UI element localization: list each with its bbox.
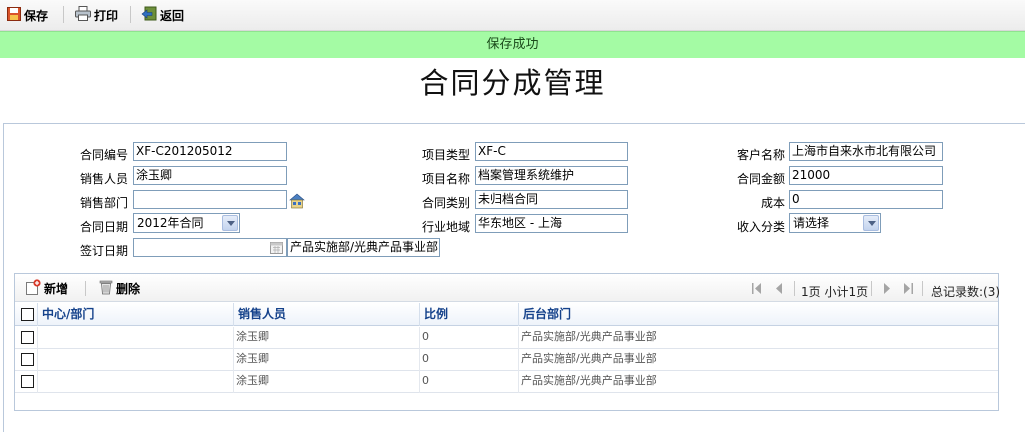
chevron-down-icon [863, 215, 879, 231]
column-header-ratio[interactable]: 比例 [420, 303, 519, 326]
column-header-salesperson[interactable]: 销售人员 [234, 303, 420, 326]
save-icon [7, 6, 21, 24]
contract-no-input[interactable]: XF-C201205012 [133, 142, 287, 161]
column-header-back-dept[interactable]: 后台部门 [519, 303, 998, 326]
customer-name-input[interactable]: 上海市自来水市北有限公司 [789, 142, 943, 161]
cell-salesperson[interactable]: 涂玉卿 [234, 327, 420, 349]
first-page-icon[interactable] [752, 283, 762, 294]
industry-region-label: 行业地域 [422, 220, 471, 234]
last-page-icon[interactable] [904, 283, 914, 294]
sign-date-label: 签订日期 [80, 244, 129, 258]
row-checkbox[interactable] [21, 375, 34, 388]
cell-back-dept[interactable]: 产品实施部/光典产品事业部 [519, 371, 998, 393]
cell-ratio[interactable]: 0 [420, 327, 519, 349]
select-all-checkbox[interactable] [21, 308, 34, 321]
back-label: 返回 [160, 8, 185, 23]
cell-center-dept[interactable] [38, 349, 234, 371]
delete-button[interactable]: 删除 [99, 279, 140, 298]
cell-ratio[interactable]: 0 [420, 349, 519, 371]
project-type-label: 项目类型 [422, 148, 471, 162]
table-row[interactable]: 涂玉卿 0 产品实施部/光典产品事业部 [15, 349, 998, 371]
chevron-down-icon [222, 215, 238, 231]
table-row[interactable]: 涂玉卿 0 产品实施部/光典产品事业部 [15, 327, 998, 349]
cell-salesperson[interactable]: 涂玉卿 [234, 349, 420, 371]
contract-date-label: 合同日期 [80, 220, 129, 234]
add-label: 新增 [44, 282, 69, 296]
print-button[interactable]: 打印 [75, 5, 118, 25]
back-icon [141, 6, 157, 24]
division-grid: 新增 删除 1页 小计1页 总记录数:(3) 中心/部门 销售人员 比例 后台部… [14, 273, 1001, 411]
prev-page-icon[interactable] [775, 283, 785, 294]
save-button[interactable]: 保存 [7, 5, 48, 25]
dept-picker-icon[interactable] [289, 193, 305, 212]
delete-label: 删除 [116, 282, 141, 296]
project-name-input[interactable]: 档案管理系统维护 [475, 166, 628, 185]
top-toolbar: 保存 打印 返回 [0, 0, 1025, 31]
income-category-label: 收入分类 [737, 220, 786, 234]
calendar-icon[interactable] [270, 241, 283, 256]
project-type-input[interactable]: XF-C [475, 142, 628, 161]
cost-input[interactable]: 0 [789, 190, 943, 209]
contract-date-select[interactable]: 2012年合同 [133, 213, 240, 233]
sales-dept-label: 销售部门 [80, 196, 129, 210]
add-button[interactable]: 新增 [25, 279, 68, 298]
cell-back-dept[interactable]: 产品实施部/光典产品事业部 [519, 327, 998, 349]
sign-date-input[interactable] [133, 238, 287, 257]
contract-date-value: 2012年合同 [137, 216, 204, 230]
total-records: 总记录数:(3) [931, 285, 1001, 299]
next-page-icon[interactable] [882, 283, 892, 294]
back-button[interactable]: 返回 [141, 5, 184, 25]
grid-header: 中心/部门 销售人员 比例 后台部门 [15, 303, 998, 326]
contract-amount-label: 合同金额 [737, 172, 786, 186]
row-checkbox[interactable] [21, 353, 34, 366]
cell-center-dept[interactable] [38, 371, 234, 393]
cell-salesperson[interactable]: 涂玉卿 [234, 371, 420, 393]
cost-label: 成本 [761, 196, 786, 210]
grid-toolbar: 新增 删除 1页 小计1页 总记录数:(3) [15, 274, 1001, 302]
add-icon [25, 279, 41, 298]
select-all-cell [15, 303, 38, 326]
printer-icon [75, 6, 91, 24]
income-category-select[interactable]: 请选择 [789, 213, 881, 233]
contract-category-label: 合同类别 [422, 196, 471, 210]
salesperson-input[interactable]: 涂玉卿 [133, 166, 287, 185]
contract-amount-input[interactable]: 21000 [789, 166, 943, 185]
cell-back-dept[interactable]: 产品实施部/光典产品事业部 [519, 349, 998, 371]
table-row[interactable]: 涂玉卿 0 产品实施部/光典产品事业部 [15, 371, 998, 393]
save-label: 保存 [24, 8, 49, 23]
row-checkbox[interactable] [21, 331, 34, 344]
column-header-center-dept[interactable]: 中心/部门 [38, 303, 234, 326]
income-category-value: 请选择 [793, 216, 830, 230]
page-info: 1页 小计1页 [801, 285, 869, 299]
page-title: 合同分成管理 [419, 66, 606, 100]
trash-icon [99, 279, 113, 298]
cell-ratio[interactable]: 0 [420, 371, 519, 393]
print-label: 打印 [94, 8, 119, 23]
contract-no-label: 合同编号 [80, 148, 129, 162]
status-message: 保存成功 [0, 31, 1025, 58]
customer-name-label: 客户名称 [737, 148, 786, 162]
sales-dept-input[interactable] [133, 190, 287, 209]
salesperson-label: 销售人员 [80, 172, 129, 186]
project-name-label: 项目名称 [422, 172, 471, 186]
dept-text-input[interactable]: 产品实施部/光典产品事业部 [287, 238, 440, 257]
industry-region-input[interactable]: 华东地区 - 上海 [475, 214, 628, 233]
contract-category-input[interactable]: 未归档合同 [475, 190, 628, 209]
cell-center-dept[interactable] [38, 327, 234, 349]
